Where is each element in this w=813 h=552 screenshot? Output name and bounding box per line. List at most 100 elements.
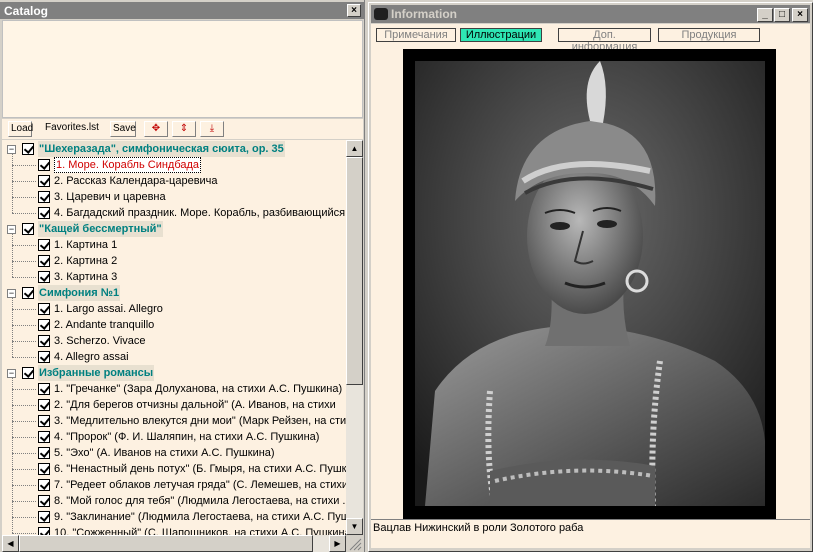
tab-illustrations[interactable]: Иллюстрации <box>460 28 542 42</box>
item-checkbox[interactable] <box>38 207 50 219</box>
tree-connector <box>12 453 36 454</box>
item-checkbox[interactable] <box>38 463 50 475</box>
item-label: 7. "Редеет облаков летучая гряда" (С. Ле… <box>54 479 346 491</box>
tree-item[interactable]: 8. "Мой голос для тебя" (Людмила Легоста… <box>2 493 346 509</box>
item-checkbox[interactable] <box>38 527 50 535</box>
tree-item[interactable]: 5. "Эхо" (А. Иванов на стихи А.С. Пушкин… <box>2 445 346 461</box>
tree-group[interactable]: − Избранные романсы <box>2 365 346 381</box>
tree-connector <box>12 213 36 214</box>
catalog-title-bar[interactable]: Catalog × <box>0 2 365 19</box>
resize-grip-icon <box>349 538 362 551</box>
item-checkbox[interactable] <box>38 495 50 507</box>
tree-item[interactable]: 4. Allegro assai <box>2 349 346 365</box>
close-button[interactable]: × <box>792 8 808 22</box>
item-checkbox[interactable] <box>38 175 50 187</box>
item-checkbox[interactable] <box>38 479 50 491</box>
tree-item[interactable]: 1. Largo assai. Allegro <box>2 301 346 317</box>
item-checkbox[interactable] <box>38 383 50 395</box>
tree-connector <box>12 405 36 406</box>
tree-group[interactable]: − "Кащей бессмертный" <box>2 221 346 237</box>
resize-grip[interactable] <box>346 535 363 552</box>
collapse-toggle-icon[interactable]: − <box>7 289 16 298</box>
hscroll-thumb[interactable] <box>19 535 313 552</box>
group-checkbox[interactable] <box>22 143 34 155</box>
item-checkbox[interactable] <box>38 239 50 251</box>
tree-item[interactable]: 3. Scherzo. Vivace <box>2 333 346 349</box>
item-label: 2. Картина 2 <box>54 255 118 267</box>
group-checkbox[interactable] <box>22 223 34 235</box>
tree-item[interactable]: 3. Картина 3 <box>2 269 346 285</box>
item-label: 2. "Для берегов отчизны дальной" (А. Ива… <box>54 399 336 411</box>
catalog-tree[interactable]: − "Шехеразада", симфоническая сюита, ор. … <box>2 140 346 535</box>
tree-group[interactable]: − "Шехеразада", симфоническая сюита, ор. … <box>2 141 346 157</box>
tree-connector <box>12 533 36 534</box>
tree-item[interactable]: 9. "Заклинание" (Людмила Легостаева, на … <box>2 509 346 525</box>
item-checkbox[interactable] <box>38 159 50 171</box>
tree-item[interactable]: 4. "Пророк" (Ф. И. Шаляпин, на стихи А.С… <box>2 429 346 445</box>
item-label: 4. "Пророк" (Ф. И. Шаляпин, на стихи А.С… <box>54 431 320 443</box>
tree-item[interactable]: 2. "Для берегов отчизны дальной" (А. Ива… <box>2 397 346 413</box>
tab-notes[interactable]: Примечания <box>376 28 456 42</box>
item-checkbox[interactable] <box>38 303 50 315</box>
item-checkbox[interactable] <box>38 511 50 523</box>
item-checkbox[interactable] <box>38 255 50 267</box>
tree-item[interactable]: 6. "Ненастный день потух" (Б. Гмыря, на … <box>2 461 346 477</box>
item-checkbox[interactable] <box>38 191 50 203</box>
tree-item[interactable]: 2. Andante tranquillo <box>2 317 346 333</box>
illustration-frame <box>403 49 776 519</box>
tree-item[interactable]: 1. "Гречанке" (Зара Долуханова, на стихи… <box>2 381 346 397</box>
group-checkbox[interactable] <box>22 367 34 379</box>
tree-item[interactable]: 1. Картина 1 <box>2 237 346 253</box>
save-button[interactable]: Save <box>110 121 136 137</box>
item-checkbox[interactable] <box>38 335 50 347</box>
tree-connector <box>12 357 36 358</box>
group-title: Избранные романсы <box>38 365 155 381</box>
tree-item[interactable]: 3. Царевич и царевна <box>2 189 346 205</box>
scroll-right-button[interactable]: ▶ <box>329 535 346 552</box>
item-checkbox[interactable] <box>38 399 50 411</box>
up-down-arrows-icon[interactable]: ⇕ <box>172 121 196 137</box>
tree-item[interactable]: 4. Багдадский праздник. Море. Корабль, р… <box>2 205 346 221</box>
scroll-left-button[interactable]: ◀ <box>2 535 19 552</box>
tree-item[interactable]: 7. "Редеет облаков летучая гряда" (С. Ле… <box>2 477 346 493</box>
tree-vertical-scrollbar[interactable]: ▲ ▼ <box>346 140 363 535</box>
item-checkbox[interactable] <box>38 447 50 459</box>
scroll-thumb[interactable] <box>346 157 363 385</box>
collapse-toggle-icon[interactable]: − <box>7 225 16 234</box>
item-checkbox[interactable] <box>38 351 50 363</box>
collapse-toggle-icon[interactable]: − <box>7 145 16 154</box>
tree-connector <box>12 154 13 213</box>
tree-item[interactable]: 1. Море. Корабль Синдбада <box>2 157 346 173</box>
load-button[interactable]: Load <box>8 121 33 137</box>
tab-additional-info[interactable]: Доп. информация <box>558 28 651 53</box>
scroll-down-button[interactable]: ▼ <box>346 518 363 535</box>
scroll-up-button[interactable]: ▲ <box>346 140 363 157</box>
information-body: Примечания Иллюстрации Доп. информация П… <box>371 24 810 548</box>
tree-item[interactable]: 2. Картина 2 <box>2 253 346 269</box>
group-title: "Шехеразада", симфоническая сюита, ор. 3… <box>38 141 285 157</box>
tree-horizontal-scrollbar[interactable]: ◀ ▶ <box>2 535 346 552</box>
tree-item[interactable]: 10. "Сожженный" (С. Шапошников, на стихи… <box>2 525 346 535</box>
tree-connector <box>12 469 36 470</box>
tab-products[interactable]: Продукция <box>658 28 760 42</box>
tree-item[interactable]: 3. "Медлительно влекутся дни мои" (Марк … <box>2 413 346 429</box>
collapse-toggle-icon[interactable]: − <box>7 369 16 378</box>
tree-item[interactable]: 2. Рассказ Календара-царевича <box>2 173 346 189</box>
catalog-toolbar: Load Favorites.lst Save ✥ ⇕ ⤓ <box>2 119 363 139</box>
item-checkbox[interactable] <box>38 319 50 331</box>
item-label: 4. Allegro assai <box>54 351 129 363</box>
down-arrow-icon[interactable]: ⤓ <box>200 121 224 137</box>
catalog-close-button[interactable]: × <box>347 4 361 17</box>
maximize-button[interactable]: □ <box>774 8 790 22</box>
tree-connector <box>12 421 36 422</box>
item-checkbox[interactable] <box>38 271 50 283</box>
tree-connector <box>12 234 13 277</box>
item-checkbox[interactable] <box>38 415 50 427</box>
item-checkbox[interactable] <box>38 431 50 443</box>
group-checkbox[interactable] <box>22 287 34 299</box>
minimize-button[interactable]: _ <box>757 8 773 22</box>
tree-group[interactable]: − Симфония №1 <box>2 285 346 301</box>
information-title-bar[interactable]: Information _ □ × <box>371 5 810 23</box>
move-arrows-icon[interactable]: ✥ <box>144 121 168 137</box>
item-label: 4. Багдадский праздник. Море. Корабль, р… <box>54 207 346 219</box>
